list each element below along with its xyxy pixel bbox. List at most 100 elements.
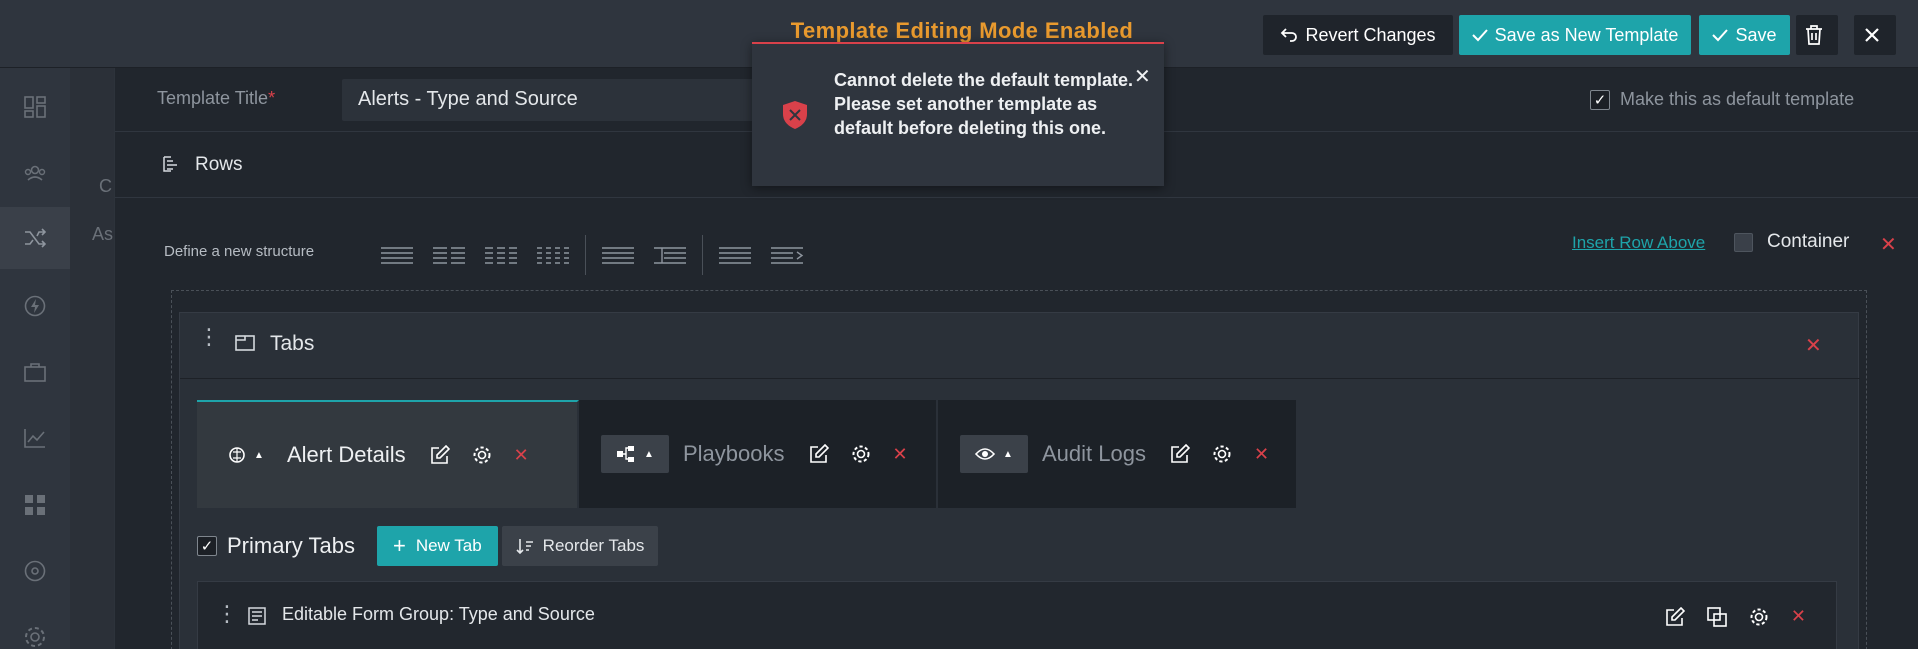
tab-strip: ▲ Alert Details ✕ ▲ Playbooks ✕ ▲ Audit … bbox=[197, 400, 1298, 508]
form-group-row: ⋮ Editable Form Group: Type and Source ✕ bbox=[197, 581, 1837, 649]
layout-sidebar-right-button[interactable] bbox=[709, 237, 761, 273]
divider bbox=[702, 235, 703, 275]
close-icon[interactable]: ✕ bbox=[514, 445, 529, 466]
tab-icon-dropdown[interactable]: ▲ bbox=[960, 435, 1028, 473]
layout-list-button[interactable] bbox=[592, 237, 644, 273]
background-text: C bbox=[99, 176, 112, 196]
close-button[interactable] bbox=[1854, 15, 1896, 55]
tabs-widget: ⋮ Tabs ✕ ▲ Alert Details ✕ ▲ Playbooks ✕… bbox=[179, 312, 1860, 649]
remove-tabs-widget-button[interactable]: ✕ bbox=[1805, 333, 1822, 358]
widgets-icon bbox=[25, 495, 45, 515]
nav-workflows[interactable] bbox=[0, 207, 70, 269]
layout-3-col-button[interactable] bbox=[475, 237, 527, 273]
tab-actions: ✕ bbox=[809, 444, 908, 465]
edit-icon[interactable] bbox=[809, 444, 829, 464]
tabs-widget-header: ⋮ Tabs ✕ bbox=[180, 313, 1860, 379]
tab-label: Audit Logs bbox=[1042, 441, 1146, 466]
nav-automation[interactable] bbox=[0, 275, 70, 337]
tab-icon-dropdown[interactable]: ▲ bbox=[219, 436, 273, 474]
bug-icon bbox=[229, 447, 245, 463]
save-as-new-template-button[interactable]: Save as New Template bbox=[1459, 15, 1691, 55]
nav-settings[interactable] bbox=[0, 606, 70, 649]
define-structure-label: Define a new structure bbox=[164, 243, 315, 260]
nav-dashboard[interactable] bbox=[0, 76, 70, 138]
edit-icon[interactable] bbox=[1665, 606, 1685, 627]
layout-three-column-icon bbox=[485, 247, 517, 264]
tab-audit-logs[interactable]: ▲ Audit Logs ✕ bbox=[938, 400, 1298, 508]
primary-tabs-checkbox[interactable]: ✓ bbox=[197, 536, 217, 556]
drag-handle-icon[interactable]: ⋮ bbox=[216, 603, 238, 625]
container-toggle[interactable]: Container bbox=[1734, 231, 1849, 253]
error-toast: Cannot delete the default template. Plea… bbox=[752, 42, 1164, 186]
reorder-tabs-label: Reorder Tabs bbox=[542, 536, 645, 555]
tab-playbooks[interactable]: ▲ Playbooks ✕ bbox=[579, 400, 938, 508]
tabs-icon bbox=[235, 335, 255, 351]
layout-sidebar-right-icon bbox=[719, 247, 751, 264]
divider bbox=[585, 235, 586, 275]
layout-2-col-button[interactable] bbox=[423, 237, 475, 273]
nav-reports[interactable] bbox=[0, 407, 70, 469]
users-icon bbox=[24, 165, 46, 181]
save-button[interactable]: Save bbox=[1699, 15, 1790, 55]
layout-indent-button[interactable] bbox=[761, 237, 813, 273]
layout-sidebar-left-icon bbox=[654, 247, 686, 264]
form-group-actions: ✕ bbox=[1665, 606, 1806, 627]
bolt-icon bbox=[24, 295, 46, 317]
tab-icon-dropdown[interactable]: ▲ bbox=[601, 435, 669, 473]
rows-icon bbox=[163, 156, 177, 172]
toast-close-icon[interactable]: ✕ bbox=[1134, 64, 1151, 89]
reorder-tabs-button[interactable]: Reorder Tabs bbox=[501, 526, 659, 566]
close-icon[interactable]: ✕ bbox=[1791, 606, 1806, 627]
check-icon bbox=[1471, 29, 1488, 42]
dashboard-icon bbox=[24, 96, 46, 118]
remove-row-button[interactable]: ✕ bbox=[1880, 232, 1897, 257]
revert-changes-button[interactable]: Revert Changes bbox=[1263, 15, 1453, 55]
layout-1-col-button[interactable] bbox=[371, 237, 423, 273]
edit-icon[interactable] bbox=[430, 445, 450, 465]
layout-sidebar-left-button[interactable] bbox=[644, 237, 696, 273]
layout-four-column-icon bbox=[537, 247, 569, 264]
revert-changes-label: Revert Changes bbox=[1305, 24, 1436, 45]
copy-icon[interactable] bbox=[1707, 606, 1727, 627]
tab-actions: ✕ bbox=[430, 445, 529, 466]
gear-icon[interactable] bbox=[472, 445, 492, 465]
layout-indent-icon bbox=[771, 247, 804, 264]
toast-message: Cannot delete the default template. Plea… bbox=[834, 70, 1134, 138]
container-checkbox[interactable] bbox=[1734, 232, 1753, 252]
background-page-strip: C As bbox=[70, 68, 114, 649]
insert-row-above-link[interactable]: Insert Row Above bbox=[1572, 233, 1705, 253]
delete-template-button[interactable] bbox=[1796, 15, 1838, 55]
briefcase-icon bbox=[24, 363, 46, 382]
close-icon[interactable]: ✕ bbox=[1254, 444, 1269, 465]
form-group-label: Editable Form Group: Type and Source bbox=[282, 604, 595, 624]
mode-title: Template Editing Mode Enabled bbox=[790, 18, 1134, 43]
layout-list-icon bbox=[602, 247, 634, 264]
layout-one-column-icon bbox=[381, 247, 413, 264]
nav-users[interactable] bbox=[0, 142, 70, 204]
tab-label: Alert Details bbox=[287, 442, 406, 467]
tab-alert-details[interactable]: ▲ Alert Details ✕ bbox=[197, 400, 579, 508]
layout-4-col-button[interactable] bbox=[527, 237, 579, 273]
plus-icon: + bbox=[392, 533, 406, 558]
template-title-input[interactable]: Alerts - Type and Source bbox=[342, 79, 762, 121]
nav-cases[interactable] bbox=[0, 341, 70, 403]
shuffle-icon bbox=[25, 228, 46, 248]
gear-icon[interactable] bbox=[1212, 444, 1232, 464]
gear-icon[interactable] bbox=[851, 444, 871, 464]
gear-icon[interactable] bbox=[1749, 607, 1769, 627]
new-tab-label: New Tab bbox=[415, 536, 482, 555]
new-tab-button[interactable]: + New Tab bbox=[376, 526, 498, 566]
default-template-toggle[interactable]: ✓ Make this as default template bbox=[1590, 89, 1854, 110]
chart-icon bbox=[24, 429, 45, 448]
nav-widgets[interactable] bbox=[0, 474, 70, 536]
default-template-checkbox[interactable]: ✓ bbox=[1590, 89, 1610, 110]
playbook-icon bbox=[617, 446, 635, 462]
caret-up-icon: ▲ bbox=[254, 449, 264, 461]
nav-integrations[interactable] bbox=[0, 540, 70, 602]
tab-actions: ✕ bbox=[1170, 444, 1269, 465]
undo-icon bbox=[1281, 28, 1298, 42]
edit-icon[interactable] bbox=[1170, 444, 1190, 464]
close-icon[interactable]: ✕ bbox=[893, 444, 908, 465]
default-template-label: Make this as default template bbox=[1620, 89, 1855, 109]
drag-handle-icon[interactable]: ⋮ bbox=[198, 326, 220, 348]
